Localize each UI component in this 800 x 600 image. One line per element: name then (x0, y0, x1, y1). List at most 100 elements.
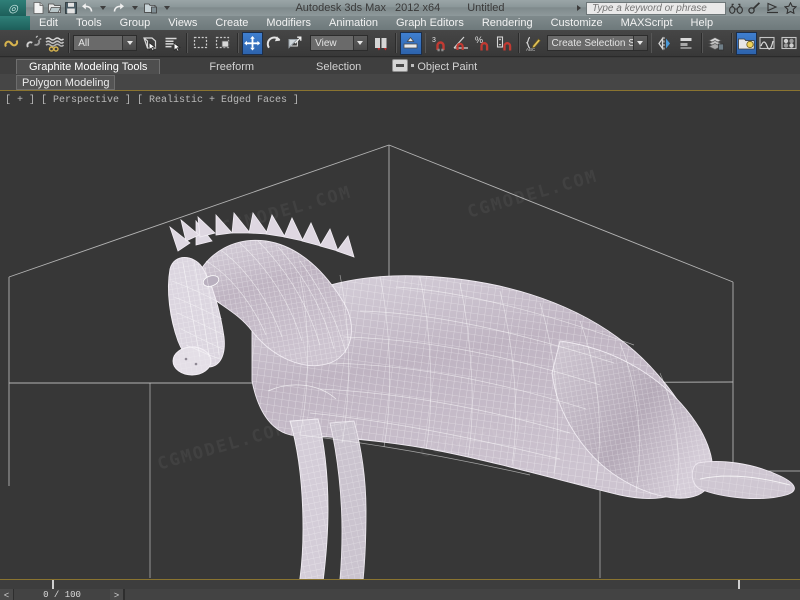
horse-tail-wire (692, 461, 795, 499)
3dsmax-app-icon: ◎ (8, 2, 18, 15)
bind-to-space-warp-icon[interactable] (44, 32, 65, 55)
time-slider-end-marker (738, 580, 740, 589)
infocenter-expand-icon[interactable] (577, 5, 581, 11)
redo-dropdown-icon[interactable] (127, 1, 142, 15)
set-project-folder-icon[interactable] (143, 1, 158, 15)
ribbon-mini-controls (392, 59, 414, 72)
menu-item-modifiers[interactable]: Modifiers (257, 16, 320, 30)
quick-access-toolbar (31, 1, 174, 15)
binoculars-icon[interactable] (728, 1, 744, 15)
graphite-ribbon: Graphite Modeling Tools Freeform Selecti… (0, 58, 800, 92)
select-and-scale-icon[interactable] (285, 32, 306, 55)
schematic-view-icon[interactable] (757, 32, 778, 55)
layer-manager-icon[interactable] (706, 32, 727, 55)
help-key-icon[interactable] (746, 1, 762, 15)
select-and-manipulate-icon[interactable] (400, 31, 422, 55)
document-name: Untitled (467, 2, 505, 14)
menu-item-create[interactable]: Create (206, 16, 257, 30)
angle-snap-toggle-icon[interactable] (451, 32, 472, 55)
next-frame-button[interactable]: > (110, 589, 124, 600)
reference-coordinate-system-combo[interactable]: View (310, 35, 368, 51)
open-file-icon[interactable] (47, 1, 62, 15)
save-file-icon[interactable] (63, 1, 78, 15)
menu-bar: Edit Tools Group Views Create Modifiers … (0, 16, 800, 30)
toolbar-separator-2 (186, 33, 189, 53)
curve-editor-icon[interactable] (735, 31, 758, 55)
time-slider-handle[interactable] (52, 580, 54, 589)
edit-named-selection-sets-icon[interactable]: ABC (523, 32, 544, 55)
menu-item-views[interactable]: Views (159, 16, 206, 30)
undo-dropdown-icon[interactable] (95, 1, 110, 15)
reference-coordinate-system-value: View (315, 37, 337, 49)
new-file-icon[interactable] (31, 1, 46, 15)
current-frame-field[interactable]: 0 / 100 (14, 589, 110, 600)
select-and-link-icon[interactable] (1, 32, 22, 55)
selection-filter-combo[interactable]: All (73, 35, 138, 51)
ribbon-minimize-icon[interactable] (392, 59, 408, 72)
viewport-label[interactable]: [ + ] [ Perspective ] [ Realistic + Edge… (5, 95, 299, 106)
chevron-down-icon[interactable] (122, 36, 137, 50)
subscription-icon[interactable] (764, 1, 780, 15)
tab-graphite-modeling-tools[interactable]: Graphite Modeling Tools (16, 59, 161, 74)
menu-item-tools[interactable]: Tools (67, 16, 111, 30)
menu-bar-app-gap (0, 16, 30, 30)
menu-item-edit[interactable]: Edit (30, 16, 67, 30)
menu-item-customize[interactable]: Customize (542, 16, 612, 30)
search-input[interactable] (590, 1, 722, 15)
redo-icon[interactable] (111, 1, 126, 15)
prev-frame-button[interactable]: < (0, 589, 14, 600)
menu-item-help[interactable]: Help (682, 16, 723, 30)
application-menu-button[interactable]: ◎ (0, 0, 26, 16)
named-selection-sets-value: Create Selection Se (551, 37, 633, 49)
horse-wireframe-mesh (168, 211, 795, 579)
3dsmax-window: ◎ Autodesk 3ds Max 2012 x64 Untitled Typ… (0, 0, 800, 600)
perspective-viewport[interactable]: [ + ] [ Perspective ] [ Realistic + Edge… (0, 91, 800, 579)
select-and-rotate-icon[interactable] (263, 32, 284, 55)
tab-selection[interactable]: Selection (303, 59, 375, 74)
title-bar: ◎ Autodesk 3ds Max 2012 x64 Untitled Typ… (0, 0, 800, 16)
status-bar: < 0 / 100 > (0, 589, 800, 600)
named-selection-sets-combo[interactable]: Create Selection Se (546, 35, 648, 51)
unlink-selection-icon[interactable] (22, 32, 43, 55)
toolbar-separator-8 (701, 33, 704, 53)
use-center-flyout-icon[interactable] (371, 32, 392, 55)
align-icon[interactable] (677, 32, 698, 55)
menu-item-rendering[interactable]: Rendering (473, 16, 542, 30)
chevron-down-icon-3[interactable] (632, 36, 647, 50)
svg-text:3: 3 (432, 37, 436, 44)
menu-item-group[interactable]: Group (111, 16, 160, 30)
product-title: Autodesk 3ds Max (295, 2, 386, 14)
favorites-star-icon[interactable] (782, 1, 798, 15)
menu-item-animation[interactable]: Animation (320, 16, 387, 30)
mirror-icon[interactable] (655, 32, 676, 55)
spinner-snap-toggle-icon[interactable] (494, 32, 515, 55)
snaps-toggle-3-icon[interactable]: 3 (429, 32, 450, 55)
product-version: 2012 x64 (394, 2, 441, 14)
qat-dropdown-icon[interactable] (159, 1, 174, 15)
percent-snap-toggle-icon[interactable]: % (472, 32, 493, 55)
tab-object-paint[interactable]: Object Paint (404, 59, 491, 74)
menu-item-maxscript[interactable]: MAXScript (612, 16, 682, 30)
ribbon-options-dot-icon[interactable] (411, 64, 414, 67)
select-and-move-icon[interactable] (241, 31, 264, 55)
toolbar-separator-4 (395, 33, 398, 53)
ribbon-tab-strip: Graphite Modeling Tools Freeform Selecti… (0, 58, 800, 74)
infocenter (577, 0, 798, 16)
tab-freeform[interactable]: Freeform (196, 59, 268, 74)
main-toolbar: All View 3 % ABC Create Selection Se (0, 30, 800, 57)
chevron-down-icon-2[interactable] (352, 36, 367, 50)
rectangular-selection-region-icon[interactable] (191, 32, 212, 55)
toolbar-separator-9 (730, 33, 733, 53)
sub-tab-polygon-modeling[interactable]: Polygon Modeling (16, 74, 116, 90)
search-field-wrap[interactable] (586, 1, 726, 15)
window-crossing-icon[interactable] (212, 32, 233, 55)
menu-item-graph-editors[interactable]: Graph Editors (387, 16, 473, 30)
material-editor-icon[interactable] (778, 32, 799, 55)
undo-icon[interactable] (79, 1, 94, 15)
ribbon-sub-tab-strip: Polygon Modeling (0, 74, 800, 90)
toolbar-separator-3 (236, 33, 239, 53)
toolbar-separator-6 (518, 33, 521, 53)
toolbar-separator (68, 33, 71, 53)
select-by-name-icon[interactable] (162, 32, 183, 55)
select-object-icon[interactable] (140, 32, 161, 55)
